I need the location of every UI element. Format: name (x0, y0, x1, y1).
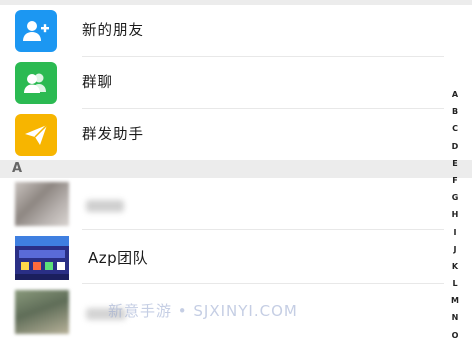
alphabet-index-bar[interactable]: ABCDEFGHIJKLMNO (450, 86, 460, 344)
divider (82, 283, 444, 284)
divider (82, 229, 444, 230)
contact-row[interactable] (0, 178, 472, 230)
blurred-contact-name (86, 200, 124, 212)
new-friends-label: 新的朋友 (82, 23, 144, 39)
broadcast-assistant-label: 群发助手 (82, 127, 144, 143)
index-letter-b[interactable]: B (450, 103, 460, 120)
index-letter-o[interactable]: O (450, 327, 460, 344)
contact-name: Azp团队 (88, 249, 149, 267)
broadcast-icon (15, 114, 57, 156)
index-letter-a[interactable]: A (450, 86, 460, 103)
index-letter-n[interactable]: N (450, 309, 460, 326)
watermark: 新意手游 • SJXINYI.COM (108, 302, 298, 320)
index-letter-l[interactable]: L (450, 275, 460, 292)
contact-row[interactable]: Azp团队 (0, 232, 472, 284)
add-friend-icon (15, 10, 57, 52)
avatar (15, 290, 69, 334)
index-letter-h[interactable]: H (450, 206, 460, 223)
new-friends-item[interactable]: 新的朋友 (0, 5, 472, 57)
index-letter-m[interactable]: M (450, 292, 460, 309)
broadcast-assistant-item[interactable]: 群发助手 (0, 109, 472, 161)
index-letter-j[interactable]: J (450, 241, 460, 258)
group-chats-item[interactable]: 群聊 (0, 57, 472, 109)
section-letter: A (12, 161, 23, 176)
index-letter-e[interactable]: E (450, 155, 460, 172)
index-letter-f[interactable]: F (450, 172, 460, 189)
index-letter-k[interactable]: K (450, 258, 460, 275)
index-letter-c[interactable]: C (450, 120, 460, 137)
azp-team-avatar (15, 236, 69, 280)
avatar (15, 182, 69, 226)
index-letter-g[interactable]: G (450, 189, 460, 206)
group-chats-label: 群聊 (82, 75, 113, 91)
index-letter-d[interactable]: D (450, 138, 460, 155)
index-letter-i[interactable]: I (450, 224, 460, 241)
group-chat-icon (15, 62, 57, 104)
section-header: A (0, 160, 472, 178)
